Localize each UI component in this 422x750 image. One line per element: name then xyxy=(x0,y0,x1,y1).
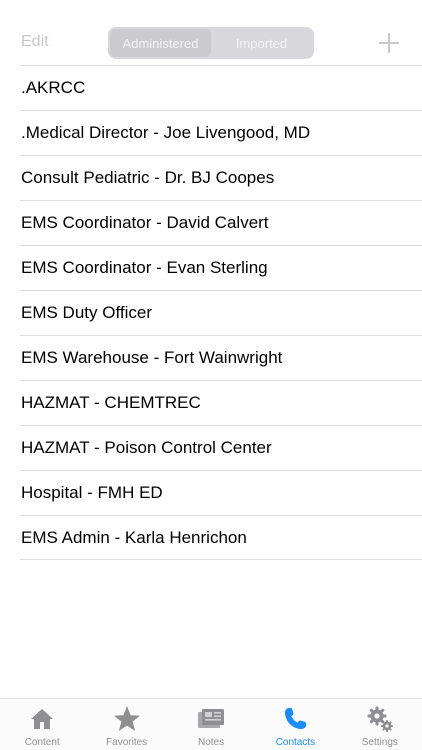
notes-icon xyxy=(196,704,226,734)
segment-imported[interactable]: Imported xyxy=(211,29,312,57)
tab-label: Notes xyxy=(197,737,225,748)
contact-row[interactable]: HAZMAT - Poison Control Center xyxy=(20,425,422,470)
contact-row[interactable]: .Medical Director - Joe Livengood, MD xyxy=(20,110,422,155)
contact-row[interactable]: EMS Admin - Karla Henrichon xyxy=(20,515,422,560)
contact-row[interactable]: .AKRCC xyxy=(20,65,422,110)
edit-button[interactable]: Edit xyxy=(21,33,49,51)
navigation-bar: Edit Administered Imported xyxy=(0,0,422,66)
tab-label: Favorites xyxy=(106,737,148,748)
phone-icon xyxy=(280,704,310,734)
contact-row[interactable]: EMS Coordinator - David Calvert xyxy=(20,200,422,245)
tab-content[interactable]: Content xyxy=(0,699,84,750)
contact-row[interactable]: EMS Coordinator - Evan Sterling xyxy=(20,245,422,290)
segment-administered[interactable]: Administered xyxy=(110,29,211,57)
tab-label: Content xyxy=(24,737,60,748)
source-segmented-control[interactable]: Administered Imported xyxy=(108,27,314,59)
contact-row[interactable]: EMS Duty Officer xyxy=(20,290,422,335)
plus-icon[interactable] xyxy=(376,30,402,56)
tab-label: Settings xyxy=(361,737,398,748)
contact-row[interactable]: Hospital - FMH ED xyxy=(20,470,422,515)
tab-settings[interactable]: Settings xyxy=(338,699,422,750)
tab-contacts[interactable]: Contacts xyxy=(253,699,337,750)
contacts-list: .AKRCC .Medical Director - Joe Livengood… xyxy=(0,65,422,560)
contact-row[interactable]: EMS Warehouse - Fort Wainwright xyxy=(20,335,422,380)
gear-icon xyxy=(365,704,395,734)
tab-bar: Content Favorites Notes Contacts Setting… xyxy=(0,698,422,750)
contact-row[interactable]: Consult Pediatric - Dr. BJ Coopes xyxy=(20,155,422,200)
house-icon xyxy=(27,704,57,734)
tab-label: Contacts xyxy=(275,737,316,748)
contact-row[interactable]: HAZMAT - CHEMTREC xyxy=(20,380,422,425)
star-icon xyxy=(112,704,142,734)
tab-notes[interactable]: Notes xyxy=(169,699,253,750)
tab-favorites[interactable]: Favorites xyxy=(84,699,168,750)
